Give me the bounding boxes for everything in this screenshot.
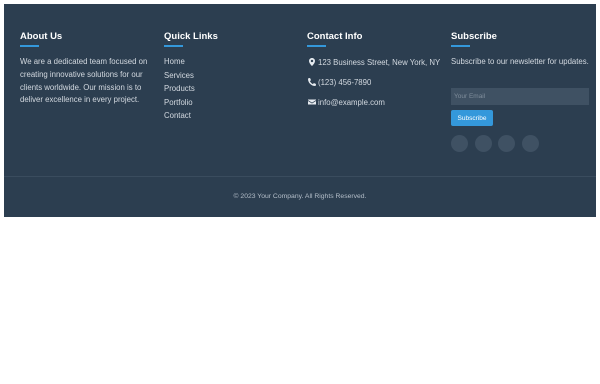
link-products[interactable]: Products: [164, 82, 195, 96]
link-services[interactable]: Services: [164, 69, 195, 83]
social-icon[interactable]: [498, 135, 515, 152]
contact-address: 123 Business Street, New York, NY: [307, 56, 440, 68]
map-marker-icon: [307, 58, 316, 67]
phone-icon: [307, 78, 316, 87]
social-icon[interactable]: [451, 135, 468, 152]
contact-address-text: 123 Business Street, New York, NY: [318, 57, 441, 67]
quick-links-heading: Quick Links: [164, 31, 218, 42]
link-home[interactable]: Home: [164, 55, 195, 69]
about-heading: About Us: [20, 31, 63, 42]
contact-heading-underline: [307, 45, 326, 47]
footer-divider: [4, 176, 596, 177]
contact-email-text: info@example.com: [318, 97, 385, 107]
social-icon[interactable]: [521, 135, 539, 152]
copyright-text: © 2023 Your Company. All Rights Reserved…: [233, 193, 367, 200]
contact-email: info@example.com: [307, 96, 385, 108]
subscribe-heading-underline: [451, 45, 470, 47]
link-portfolio[interactable]: Portfolio: [164, 96, 195, 110]
subscribe-button[interactable]: Subscribe: [451, 110, 493, 126]
subscribe-text: Subscribe to our newsletter for updates.: [451, 57, 589, 66]
social-icon[interactable]: [474, 135, 492, 152]
contact-phone-text: (123) 456-7890: [318, 77, 372, 87]
email-input[interactable]: [451, 88, 589, 105]
envelope-icon: [307, 98, 316, 107]
subscribe-heading: Subscribe: [451, 31, 497, 42]
about-text: We are a dedicated team focused on creat…: [20, 57, 148, 105]
quick-links-heading-underline: [164, 45, 183, 47]
social-links: [451, 135, 545, 152]
contact-heading: Contact Info: [307, 31, 363, 42]
contact-phone: (123) 456-7890: [307, 76, 371, 88]
site-footer: About Us We are a dedicated team focused…: [4, 4, 596, 217]
quick-links-list: Home Services Products Portfolio Contact: [164, 55, 195, 123]
about-heading-underline: [20, 45, 39, 47]
link-contact[interactable]: Contact: [164, 109, 195, 123]
